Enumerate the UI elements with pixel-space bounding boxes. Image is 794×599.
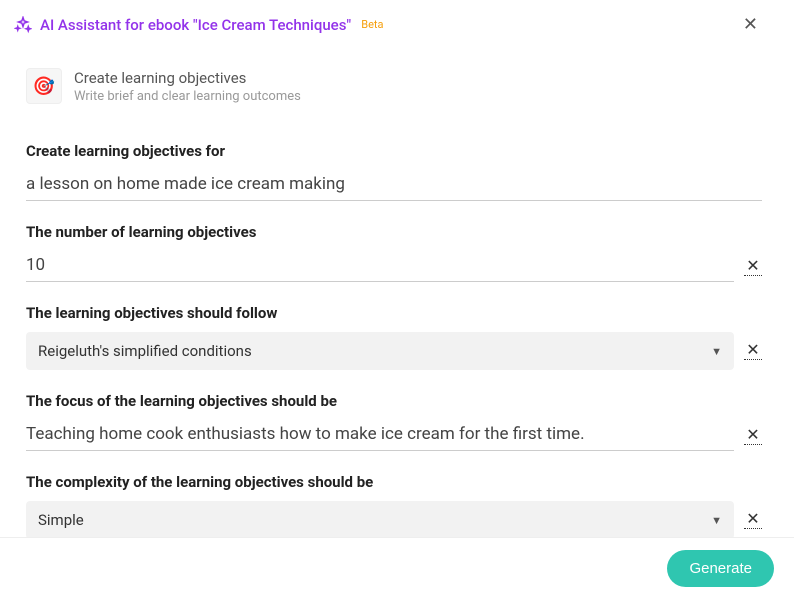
topic-input[interactable] xyxy=(26,170,762,201)
dialog-header: AI Assistant for ebook "Ice Cream Techni… xyxy=(0,0,784,42)
sparkle-icon xyxy=(14,16,32,34)
framework-select[interactable]: Reigeluth's simplified conditions ▼ xyxy=(26,332,734,370)
field-complexity-label: The complexity of the learning objective… xyxy=(26,473,762,491)
count-input[interactable] xyxy=(26,251,734,282)
close-icon[interactable]: ✕ xyxy=(739,14,762,36)
dialog-body: AI Assistant for ebook "Ice Cream Techni… xyxy=(0,0,784,537)
field-count-label: The number of learning objectives xyxy=(26,223,762,241)
complexity-select[interactable]: Simple ▼ xyxy=(26,501,734,537)
beta-badge: Beta xyxy=(361,18,383,31)
clear-complexity-button[interactable]: ✕ xyxy=(744,511,762,529)
task-subtitle: Write brief and clear learning outcomes xyxy=(74,89,301,104)
task-title: Create learning objectives xyxy=(74,69,301,87)
generate-button[interactable]: Generate xyxy=(667,550,774,587)
clear-focus-button[interactable]: ✕ xyxy=(744,427,762,445)
complexity-select-value: Simple xyxy=(38,511,84,529)
target-icon: 🎯 xyxy=(26,68,62,104)
field-topic-label: Create learning objectives for xyxy=(26,142,762,160)
field-framework: The learning objectives should follow Re… xyxy=(26,304,762,370)
framework-select-value: Reigeluth's simplified conditions xyxy=(38,342,252,360)
chevron-down-icon: ▼ xyxy=(711,514,722,527)
dialog-footer: Generate xyxy=(0,537,794,599)
field-count: The number of learning objectives ✕ xyxy=(26,223,762,282)
clear-framework-button[interactable]: ✕ xyxy=(744,342,762,360)
field-focus-label: The focus of the learning objectives sho… xyxy=(26,392,762,410)
task-titles: Create learning objectives Write brief a… xyxy=(74,69,301,104)
field-focus: The focus of the learning objectives sho… xyxy=(26,392,762,451)
field-topic: Create learning objectives for xyxy=(26,142,762,201)
focus-input[interactable] xyxy=(26,420,734,451)
field-framework-label: The learning objectives should follow xyxy=(26,304,762,322)
dialog-title: AI Assistant for ebook "Ice Cream Techni… xyxy=(40,16,351,34)
task-header: 🎯 Create learning objectives Write brief… xyxy=(0,58,784,110)
field-complexity: The complexity of the learning objective… xyxy=(26,473,762,537)
clear-count-button[interactable]: ✕ xyxy=(744,258,762,276)
form: Create learning objectives for The numbe… xyxy=(0,110,784,537)
chevron-down-icon: ▼ xyxy=(711,345,722,358)
